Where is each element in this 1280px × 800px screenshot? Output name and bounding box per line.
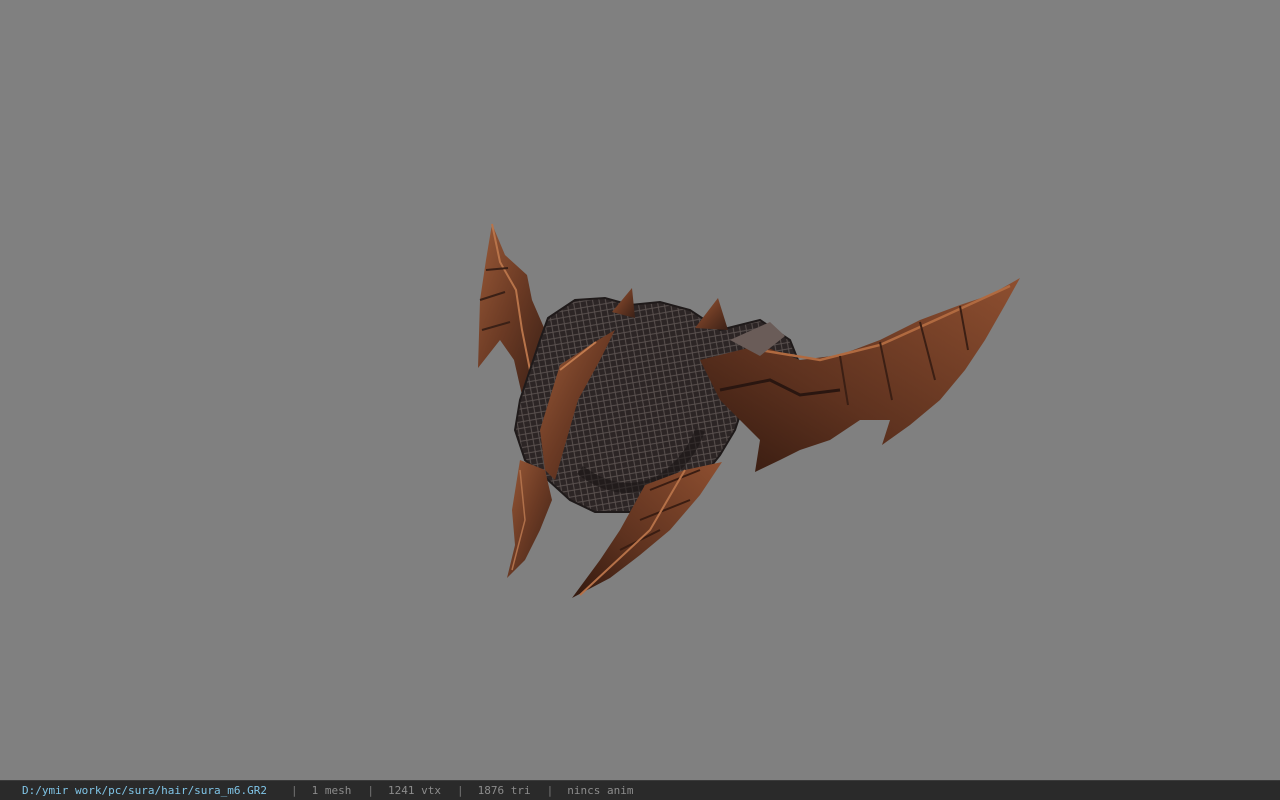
vertex-count: 1241 vtx bbox=[388, 784, 442, 797]
separator: | bbox=[546, 784, 554, 797]
separator: | bbox=[291, 784, 298, 797]
right-wing bbox=[700, 278, 1020, 472]
status-bar: D:/ymir work/pc/sura/hair/sura_m6.GR2 | … bbox=[0, 780, 1280, 800]
separator: | bbox=[367, 784, 375, 797]
3d-viewport[interactable] bbox=[0, 0, 1280, 780]
file-path: D:/ymir work/pc/sura/hair/sura_m6.GR2 bbox=[22, 784, 268, 797]
animation-status: nincs anim bbox=[567, 784, 634, 797]
lower-left-blade bbox=[507, 460, 552, 578]
separator: | bbox=[457, 784, 464, 797]
mesh-count: 1 mesh bbox=[311, 784, 352, 797]
model-preview bbox=[478, 223, 1020, 598]
triangle-count: 1876 tri bbox=[477, 784, 531, 797]
